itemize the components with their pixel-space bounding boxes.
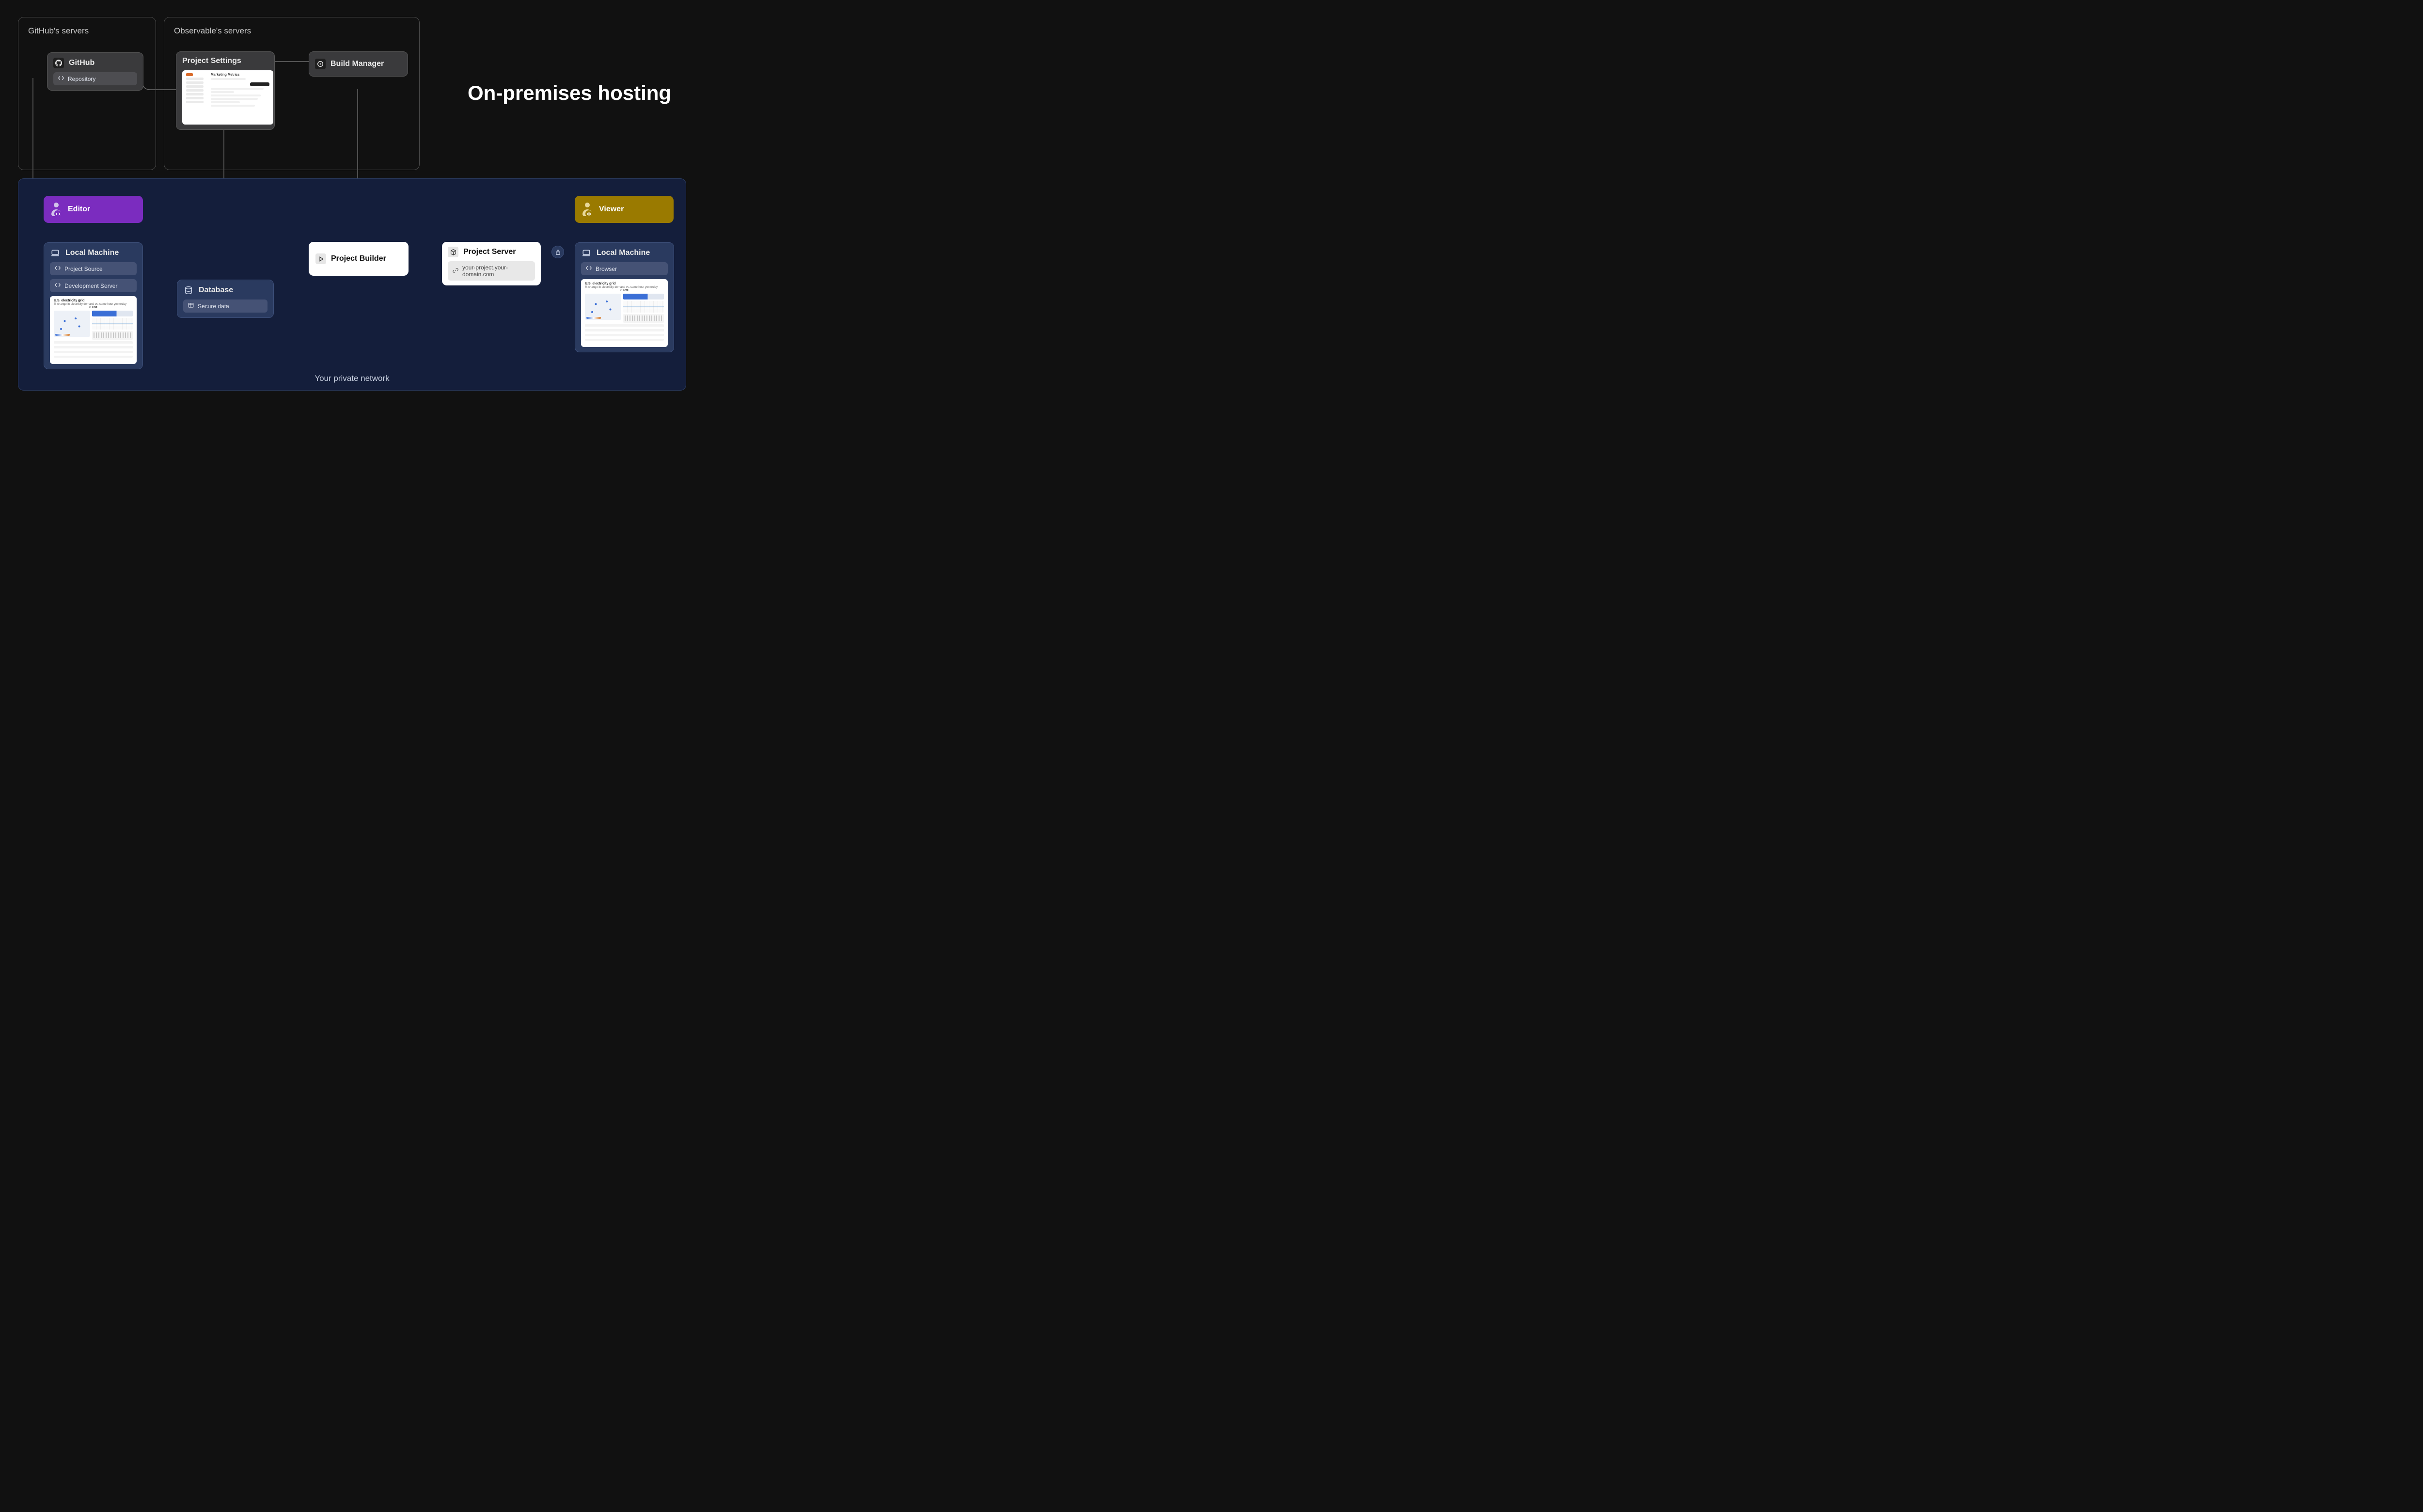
local-right-sub-label: Browser [596,266,617,272]
code-icon [586,265,592,272]
github-sub-repository: Repository [53,72,137,85]
node-editor: Editor [44,196,143,223]
zone-private-label: Your private network [315,374,389,383]
node-local-machine-viewer: Local Machine Browser U.S. electricity g… [575,242,674,352]
zone-observable-label: Observable's servers [174,26,251,36]
database-sub-label: Secure data [198,303,229,310]
laptop-icon [50,248,61,258]
dash-title-left: U.S. electricity grid [54,299,133,302]
observable-icon [315,59,326,69]
cube-icon [448,247,458,257]
node-database: Database Secure data [177,280,274,318]
node-github: GitHub Repository [47,52,143,91]
local-left-dashboard-screenshot: U.S. electricity grid % change in electr… [50,296,137,364]
lock-icon [551,246,564,258]
settings-shot-title: Marketing Metrics [211,73,269,77]
local-left-dev-server: Development Server [50,279,137,292]
node-project-settings: Project Settings Marketing Metrics [176,51,275,130]
viewer-title: Viewer [599,205,624,214]
laptop-icon [581,248,592,258]
project-server-title: Project Server [463,248,516,256]
local-left-title: Local Machine [65,249,119,257]
viewer-person-icon [581,203,594,216]
zone-github: GitHub's servers [18,17,156,170]
node-project-builder: Project Builder [309,242,409,276]
table-icon [188,302,194,310]
local-left-sub1-label: Project Source [64,266,103,272]
play-icon [315,253,326,264]
local-right-browser: Browser [581,262,668,275]
dash-title-right: U.S. electricity grid [585,282,664,285]
local-right-title: Local Machine [597,249,650,257]
code-icon [55,282,61,289]
dash-time-left: 8 PM [54,306,133,309]
local-left-sub2-label: Development Server [64,283,117,289]
diagram-title: On-premises hosting [468,81,671,105]
project-settings-title: Project Settings [182,57,241,65]
database-sub-secure: Secure data [183,299,267,313]
database-title: Database [199,286,233,295]
node-github-title: GitHub [69,59,94,67]
database-icon [183,285,194,296]
node-local-machine-editor: Local Machine Project Source Development… [44,242,143,369]
code-icon [55,265,61,272]
project-server-url-row: your-project.your-domain.com [448,261,535,281]
editor-person-icon [49,203,63,216]
local-right-dashboard-screenshot: U.S. electricity grid % change in electr… [581,279,668,347]
code-icon [58,75,64,82]
editor-title: Editor [68,205,90,214]
build-manager-title: Build Manager [330,60,384,68]
node-build-manager: Build Manager [309,51,408,77]
project-settings-screenshot: Marketing Metrics [182,70,273,125]
zone-github-label: GitHub's servers [28,26,89,36]
node-viewer: Viewer [575,196,674,223]
project-builder-title: Project Builder [331,254,386,263]
node-project-server: Project Server your-project.your-domain.… [442,242,541,285]
github-icon [53,58,64,68]
github-sub-label: Repository [68,76,95,82]
dash-time-right: 8 PM [585,289,664,292]
local-left-project-source: Project Source [50,262,137,275]
project-server-url: your-project.your-domain.com [462,264,530,278]
link-icon [453,268,458,275]
